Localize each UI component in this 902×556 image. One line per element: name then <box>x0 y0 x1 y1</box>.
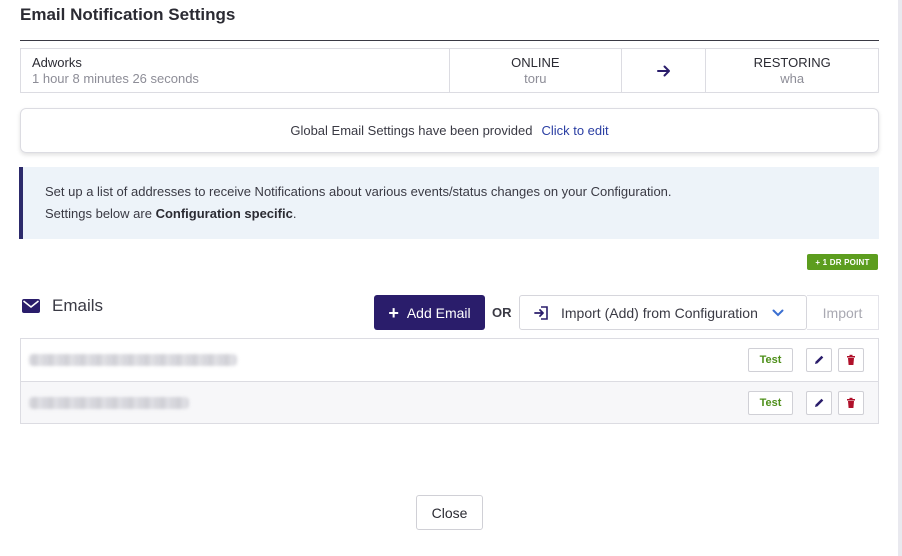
configuration-duration: 1 hour 8 minutes 26 seconds <box>32 71 199 86</box>
email-list: Test Test <box>20 338 879 424</box>
delete-email-button[interactable] <box>838 390 864 415</box>
chevron-down-icon <box>772 309 784 316</box>
info-line-2-emphasis: Configuration specific <box>155 206 293 221</box>
arrow-right-icon <box>656 65 670 76</box>
add-email-button[interactable]: + Add Email <box>374 295 485 330</box>
emails-heading: Emails <box>52 296 104 315</box>
target-state: RESTORING <box>753 55 831 70</box>
edit-email-button[interactable] <box>806 390 832 415</box>
pencil-icon <box>815 398 824 407</box>
redacted-email-address <box>29 354 237 366</box>
test-email-button[interactable]: Test <box>748 348 793 372</box>
add-email-label: Add Email <box>406 304 471 321</box>
envelope-icon <box>22 299 40 313</box>
source-status-cell: ONLINE toru <box>450 49 622 92</box>
page-title: Email Notification Settings <box>20 5 236 24</box>
configuration-status-bar: Adworks 1 hour 8 minutes 26 seconds ONLI… <box>20 48 879 93</box>
or-separator: OR <box>492 305 512 320</box>
pencil-icon <box>815 355 824 364</box>
import-select-value: Import (Add) from Configuration <box>561 304 758 321</box>
close-button[interactable]: Close <box>416 495 483 530</box>
edit-global-settings-link[interactable]: Click to edit <box>541 123 608 138</box>
info-line-2-prefix: Settings below are <box>45 206 156 221</box>
global-email-settings-notice: Global Email Settings have been provided… <box>20 108 879 153</box>
source-state: ONLINE <box>511 55 560 70</box>
plus-icon: + <box>388 302 399 323</box>
email-row: Test <box>21 381 878 423</box>
title-divider <box>20 40 879 41</box>
test-email-button[interactable]: Test <box>748 390 793 415</box>
trash-icon <box>847 354 855 365</box>
info-line-1: Set up a list of addresses to receive No… <box>45 184 672 199</box>
window-edge <box>898 0 902 556</box>
email-row: Test <box>21 339 878 381</box>
configuration-name-cell: Adworks 1 hour 8 minutes 26 seconds <box>21 49 451 92</box>
info-line-2-suffix: . <box>292 206 297 221</box>
info-line-2: Settings below are Configuration specifi… <box>45 203 879 225</box>
info-callout: Set up a list of addresses to receive No… <box>19 167 879 239</box>
redacted-email-address <box>29 396 189 409</box>
target-status-cell: RESTORING wha <box>706 49 878 92</box>
global-settings-message: Global Email Settings have been provided <box>290 123 533 138</box>
delete-email-button[interactable] <box>838 348 864 372</box>
target-host: wha <box>780 71 805 86</box>
row-actions: Test <box>748 348 864 372</box>
configuration-name: Adworks <box>32 55 82 70</box>
emails-section-header: Emails <box>22 296 103 316</box>
trash-icon <box>847 397 855 408</box>
dr-point-badge: + 1 DR POINT <box>807 254 878 270</box>
import-configuration-select[interactable]: Import (Add) from Configuration <box>519 295 807 330</box>
sign-in-icon <box>534 305 548 320</box>
row-actions: Test <box>748 390 864 415</box>
import-button[interactable]: Import <box>807 295 879 330</box>
edit-email-button[interactable] <box>806 348 832 372</box>
source-host: toru <box>524 71 547 86</box>
direction-cell <box>622 49 707 92</box>
